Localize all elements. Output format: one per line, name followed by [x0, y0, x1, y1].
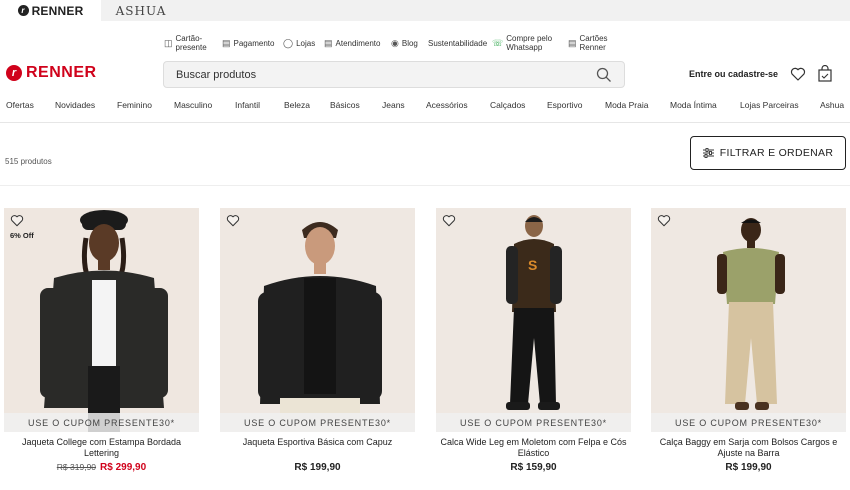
product-card[interactable]: USE O CUPOM PRESENTE30* Jaqueta Esportiv… [220, 208, 415, 473]
coupon-banner: USE O CUPOM PRESENTE30* [220, 413, 415, 432]
renner-logo-icon: r [6, 65, 22, 81]
nav-item-moda-praia[interactable]: Moda Praia [605, 100, 648, 110]
nav-item-lojas-parceiras[interactable]: Lojas Parceiras [740, 100, 799, 110]
section-divider [0, 185, 850, 186]
svg-text:S: S [528, 257, 537, 273]
util-link-payment-label: Pagamento [233, 38, 275, 48]
chat-icon: ▤ [324, 37, 333, 48]
product-price: R$ 159,90 [510, 462, 557, 473]
nav-item-infantil[interactable]: Infantil [235, 100, 260, 110]
product-image[interactable]: USE O CUPOM PRESENTE30* [651, 208, 846, 432]
login-link[interactable]: Entre ou cadastre-se [689, 69, 778, 79]
util-link-whatsapp-label: Compre pelo Whatsapp [506, 34, 553, 52]
product-prices: R$ 199,90 [651, 462, 846, 473]
nav-item-ashua[interactable]: Ashua [820, 100, 844, 110]
product-image[interactable]: USE O CUPOM PRESENTE30* [220, 208, 415, 432]
nav-item-masculino[interactable]: Masculino [174, 100, 212, 110]
product-photo-figure [220, 208, 415, 432]
filter-sort-label: FILTRAR E ORDENAR [719, 147, 834, 159]
product-name[interactable]: Jaqueta College com Estampa Bordada Lett… [4, 437, 199, 460]
product-prices: R$ 319,90 R$ 299,90 [4, 462, 199, 473]
gift-icon: ◫ [164, 37, 173, 48]
product-price: R$ 199,90 [294, 462, 341, 473]
util-link-sustainability[interactable]: Sustentabilidade [428, 31, 487, 55]
product-photo-figure [651, 208, 846, 432]
nav-item-beleza[interactable]: Beleza [284, 100, 310, 110]
nav-item-acessorios[interactable]: Acessórios [426, 100, 468, 110]
nav-item-moda-intima[interactable]: Moda Íntima [670, 100, 717, 110]
brand-tab-ashua-label: ASHUA [115, 3, 167, 18]
filter-sliders-icon [702, 148, 714, 158]
renner-mini-logo-icon: r [17, 5, 29, 16]
product-count: 515 produtos [5, 157, 52, 166]
nav-item-feminino[interactable]: Feminino [117, 100, 152, 110]
nav-item-novidades[interactable]: Novidades [55, 100, 95, 110]
util-link-blog-label: Blog [401, 38, 418, 48]
nav-item-basicos[interactable]: Básicos [330, 100, 360, 110]
coupon-banner: USE O CUPOM PRESENTE30* [436, 413, 631, 432]
brand-strip: r RENNER ASHUA [0, 0, 850, 21]
product-name[interactable]: Jaqueta Esportiva Básica com Capuz [220, 437, 415, 460]
brand-tab-renner[interactable]: r RENNER [0, 0, 101, 21]
old-price: R$ 319,90 [56, 462, 97, 472]
product-image[interactable]: 6% Off USE O CUPOM PRESENTE30* [4, 208, 199, 432]
product-image[interactable]: S USE O CUPOM PRESENTE30* [436, 208, 631, 432]
util-link-blog[interactable]: ◉ Blog [391, 31, 418, 55]
util-link-whatsapp[interactable]: ☏ Compre pelo Whatsapp [492, 31, 552, 55]
product-card[interactable]: 6% Off USE O CUPOM PRESENTE30* Jaqueta C… [4, 208, 199, 473]
nav-divider [0, 122, 850, 123]
shopping-bag-icon[interactable] [817, 65, 833, 83]
renner-logo-text: RENNER [26, 64, 97, 81]
nav-item-ofertas[interactable]: Ofertas [6, 100, 34, 110]
util-link-sustainability-label: Sustentabilidade [428, 38, 488, 48]
product-name[interactable]: Calca Wide Leg em Moletom com Felpa e Có… [436, 437, 631, 460]
util-link-gift-card-label: Cartão- presente [175, 34, 207, 52]
favorite-heart-icon[interactable] [226, 214, 240, 227]
util-link-stores[interactable]: ◯ Lojas [283, 31, 315, 55]
util-link-support-label: Atendimento [335, 38, 381, 48]
search-input[interactable] [176, 68, 596, 81]
coupon-banner: USE O CUPOM PRESENTE30* [651, 413, 846, 432]
util-link-renner-cards[interactable]: ▤ Cartões Renner [568, 31, 608, 55]
product-name[interactable]: Calça Baggy em Sarja com Bolsos Cargos e… [651, 437, 846, 460]
sale-price: R$ 299,90 [100, 462, 147, 473]
discount-badge: 6% Off [10, 231, 34, 240]
product-prices: R$ 199,90 [220, 462, 415, 473]
wishlist-heart-icon[interactable] [790, 66, 806, 82]
util-link-stores-label: Lojas [296, 38, 316, 48]
nav-item-jeans[interactable]: Jeans [382, 100, 405, 110]
nav-item-esportivo[interactable]: Esportivo [547, 100, 582, 110]
brand-tab-renner-label: RENNER [31, 3, 84, 18]
brand-tab-ashua[interactable]: ASHUA [101, 0, 181, 21]
store-icon: ◯ [283, 37, 294, 48]
search-icon[interactable] [596, 67, 612, 83]
category-nav: Ofertas Novidades Feminino Masculino Inf… [0, 100, 850, 116]
product-price: R$ 199,90 [725, 462, 772, 473]
product-card[interactable]: USE O CUPOM PRESENTE30* Calça Baggy em S… [651, 208, 846, 473]
coupon-banner: USE O CUPOM PRESENTE30* [4, 413, 199, 432]
util-link-gift-card[interactable]: ◫ Cartão- presente [164, 31, 207, 55]
product-photo-figure: S [436, 208, 631, 432]
product-card[interactable]: S USE O CUPOM PRESENTE30* Calca Wide Leg… [436, 208, 631, 473]
favorite-heart-icon[interactable] [442, 214, 456, 227]
util-link-renner-cards-label: Cartões Renner [579, 34, 608, 52]
filter-sort-button[interactable]: FILTRAR E ORDENAR [690, 136, 846, 170]
util-link-payment[interactable]: ▤ Pagamento [222, 31, 274, 55]
nav-item-calcados[interactable]: Calçados [490, 100, 525, 110]
card-icon: ▤ [222, 37, 231, 48]
search-bar [163, 61, 625, 88]
renner-logo[interactable]: r RENNER [6, 64, 97, 82]
whatsapp-icon: ☏ [492, 37, 504, 48]
util-link-support[interactable]: ▤ Atendimento [324, 31, 380, 55]
favorite-heart-icon[interactable] [10, 214, 24, 227]
favorite-heart-icon[interactable] [657, 214, 671, 227]
product-photo-figure [4, 208, 199, 432]
blog-icon: ◉ [391, 37, 399, 48]
product-prices: R$ 159,90 [436, 462, 631, 473]
card-icon: ▤ [568, 37, 577, 48]
